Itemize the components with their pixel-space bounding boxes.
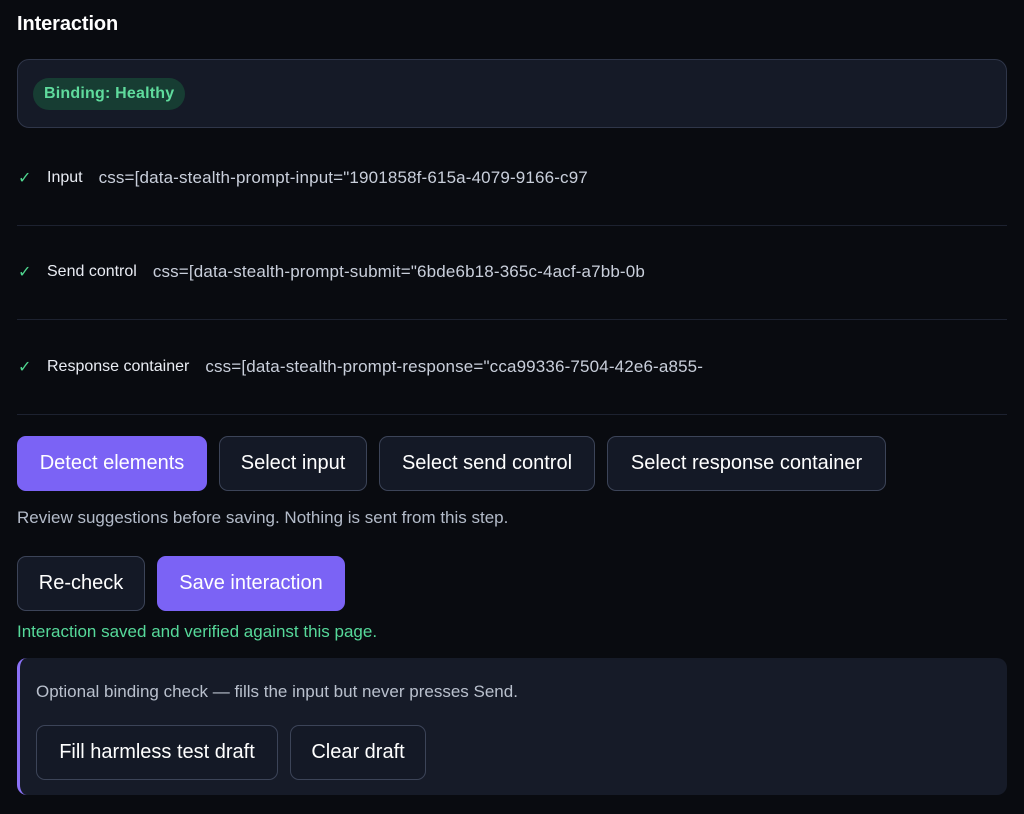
binding-label: Response container bbox=[47, 357, 190, 375]
binding-selector: css=[data-stealth-prompt-input="1901858f… bbox=[98, 167, 588, 187]
select-input-button[interactable]: Select input bbox=[219, 436, 367, 491]
check-icon: ✓ bbox=[18, 169, 32, 187]
binding-label: Input bbox=[47, 168, 83, 186]
optional-binding-check-card: Optional binding check — fills the input… bbox=[17, 658, 1007, 795]
interaction-panel: Interaction Binding: Healthy ✓ Input css… bbox=[0, 0, 1024, 814]
binding-row-input: ✓ Input css=[data-stealth-prompt-input="… bbox=[17, 131, 1007, 226]
binding-selector: css=[data-stealth-prompt-response="cca99… bbox=[205, 356, 704, 376]
check-icon: ✓ bbox=[18, 358, 32, 376]
binding-row-send-control: ✓ Send control css=[data-stealth-prompt-… bbox=[17, 226, 1007, 320]
review-hint: Review suggestions before saving. Nothin… bbox=[17, 508, 509, 527]
check-icon: ✓ bbox=[18, 264, 32, 282]
fill-test-draft-button[interactable]: Fill harmless test draft bbox=[36, 725, 278, 780]
recheck-button[interactable]: Re-check bbox=[17, 556, 145, 611]
binding-status-badge: Binding: Healthy bbox=[33, 78, 186, 110]
clear-draft-button[interactable]: Clear draft bbox=[290, 725, 426, 780]
binding-status-card: Binding: Healthy bbox=[17, 59, 1007, 128]
binding-list: ✓ Input css=[data-stealth-prompt-input="… bbox=[17, 131, 1007, 415]
select-response-container-button[interactable]: Select response container bbox=[607, 436, 886, 491]
save-success-message: Interaction saved and verified against t… bbox=[17, 622, 378, 641]
binding-row-response-container: ✓ Response container css=[data-stealth-p… bbox=[17, 320, 1007, 415]
optional-check-description: Optional binding check — fills the input… bbox=[36, 682, 518, 701]
binding-label: Send control bbox=[47, 263, 137, 281]
select-send-control-button[interactable]: Select send control bbox=[379, 436, 595, 491]
detect-elements-button[interactable]: Detect elements bbox=[17, 436, 207, 491]
save-interaction-button[interactable]: Save interaction bbox=[157, 556, 345, 611]
binding-selector: css=[data-stealth-prompt-submit="6bde6b1… bbox=[152, 262, 645, 282]
section-title: Interaction bbox=[17, 13, 119, 35]
